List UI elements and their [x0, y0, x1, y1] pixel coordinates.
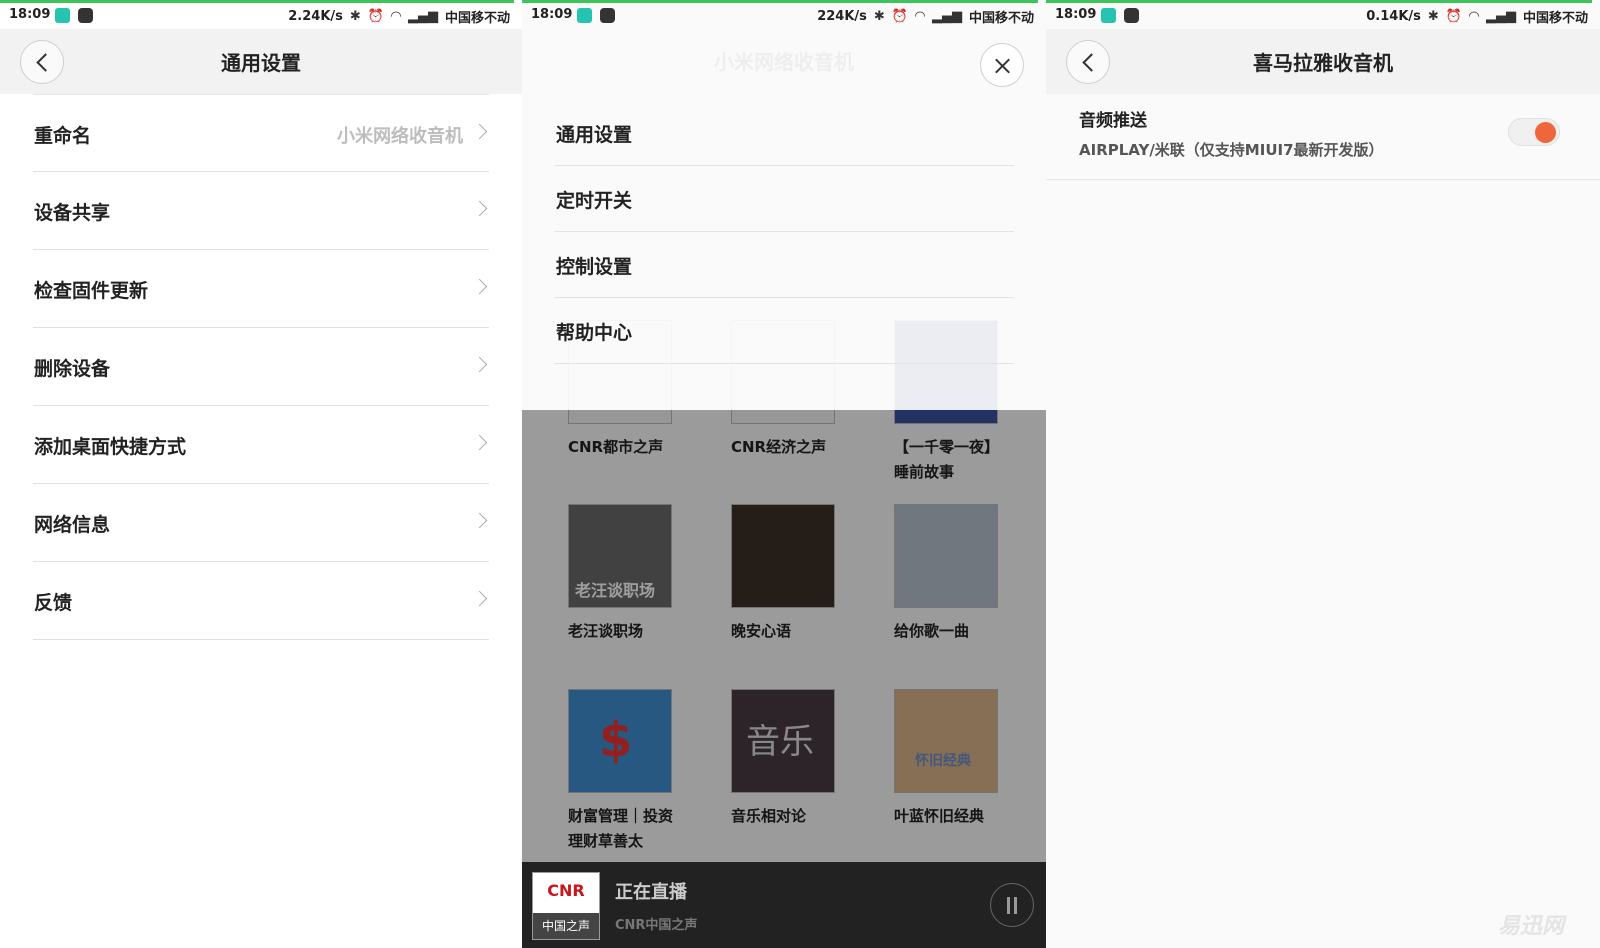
alarm-icon: ⏰	[891, 9, 908, 24]
carrier-name: 中国移不动	[968, 11, 1034, 26]
settings-row-network-info[interactable]: 网络信息	[33, 484, 489, 562]
watermark: 易迅网	[1497, 914, 1564, 939]
wifi-icon: ◠	[914, 9, 925, 24]
settings-row-add-shortcut[interactable]: 添加桌面快捷方式	[33, 406, 489, 484]
status-right: 224K/s ✱ ⏰ ◠ ▂▄▆ 中国移不动	[817, 7, 1034, 26]
title-bar: 喜马拉雅收音机	[1046, 29, 1600, 94]
row-value: 小米网络收音机	[337, 126, 463, 147]
chevron-right-icon	[471, 200, 488, 217]
setting-label: 音频推送	[1079, 111, 1147, 131]
station-logo-subtext: 中国之声	[533, 913, 599, 939]
menu-item-label: 定时开关	[556, 190, 633, 212]
app-notification-icon	[78, 8, 93, 23]
status-right: 0.14K/s ✱ ⏰ ◠ ▂▄▆ 中国移不动	[1366, 7, 1588, 26]
station-logo: CNR 中国之声	[532, 872, 600, 940]
app-notification-icon	[1101, 8, 1116, 23]
live-status: 正在直播	[615, 882, 687, 903]
page-title: 通用设置	[221, 51, 301, 75]
title-bar: 通用设置	[0, 29, 522, 94]
settings-row-device-share[interactable]: 设备共享	[33, 172, 489, 250]
row-label: 反馈	[34, 592, 73, 614]
status-time: 18:09	[531, 7, 573, 22]
bluetooth-icon: ✱	[1427, 9, 1439, 24]
signal-icon: ▂▄▆	[1485, 9, 1516, 24]
chevron-right-icon	[471, 123, 488, 140]
menu-item-help-center[interactable]: 帮助中心	[555, 298, 1014, 364]
row-label: 添加桌面快捷方式	[34, 436, 187, 458]
status-right: 2.24K/s ✱ ⏰ ◠ ▂▄▆ 中国移不动	[288, 7, 510, 26]
row-label: 重命名	[34, 125, 92, 147]
app-notification-icon	[577, 8, 592, 23]
row-label: 设备共享	[34, 202, 111, 224]
status-bar: 18:09 2.24K/s ✱ ⏰ ◠ ▂▄▆ 中国移不动	[0, 3, 522, 29]
dropdown-menu-sheet: 18:09 224K/s ✱ ⏰ ◠ ▂▄▆ 中国移不动 小米网络收音机 通用设…	[522, 0, 1046, 410]
signal-icon: ▂▄▆	[407, 9, 438, 24]
chevron-right-icon	[471, 278, 488, 295]
settings-row-firmware-update[interactable]: 检查固件更新	[33, 250, 489, 328]
carrier-name: 中国移不动	[1522, 11, 1588, 26]
menu-list: 通用设置 定时开关 控制设置 帮助中心	[555, 100, 1014, 364]
faded-page-title: 小米网络收音机	[714, 50, 854, 74]
menu-item-label: 控制设置	[556, 256, 633, 278]
settings-row-rename[interactable]: 重命名 小米网络收音机	[33, 94, 489, 172]
close-button[interactable]	[980, 43, 1024, 87]
audio-push-toggle[interactable]	[1508, 118, 1560, 146]
app-notification-icon	[600, 8, 615, 23]
menu-item-general-settings[interactable]: 通用设置	[555, 100, 1014, 166]
chevron-right-icon	[471, 512, 488, 529]
menu-item-label: 通用设置	[556, 124, 633, 146]
settings-list: 重命名 小米网络收音机 设备共享 检查固件更新 删除设备 添加桌面快捷方式 网络…	[0, 94, 522, 640]
pause-button[interactable]	[990, 883, 1034, 927]
toggle-knob	[1535, 122, 1556, 143]
status-time: 18:09	[9, 7, 51, 22]
general-settings-screen: 18:09 2.24K/s ✱ ⏰ ◠ ▂▄▆ 中国移不动 通用设置 重命名 小…	[0, 0, 522, 948]
chevron-right-icon	[471, 356, 488, 373]
ximalaya-radio-screen: 18:09 0.14K/s ✱ ⏰ ◠ ▂▄▆ 中国移不动 喜马拉雅收音机 音频…	[1046, 0, 1600, 948]
app-notification-icon	[1124, 8, 1139, 23]
network-speed: 0.14K/s	[1366, 9, 1421, 24]
wifi-icon: ◠	[390, 9, 401, 24]
app-notification-icon	[55, 8, 70, 23]
audio-push-setting: 音频推送 AIRPLAY/米联（仅支持MIUI7最新开发版）	[1046, 94, 1600, 180]
row-label: 检查固件更新	[34, 280, 149, 302]
now-playing-bar[interactable]: CNR 中国之声 正在直播 CNR中国之声	[522, 862, 1046, 948]
station-logo-text: CNR	[547, 881, 585, 900]
status-time: 18:09	[1055, 7, 1097, 22]
setting-description: AIRPLAY/米联（仅支持MIUI7最新开发版）	[1079, 141, 1384, 159]
radio-menu-screen: CNR都市之声 CNR经济之声 【一千零一夜】睡前故事 老汪谈职场 老汪谈职场 …	[522, 0, 1046, 948]
status-bar: 18:09 0.14K/s ✱ ⏰ ◠ ▂▄▆ 中国移不动	[1046, 3, 1600, 29]
signal-icon: ▂▄▆	[931, 9, 962, 24]
alarm-icon: ⏰	[1445, 9, 1462, 24]
station-name: CNR中国之声	[615, 918, 698, 933]
bluetooth-icon: ✱	[349, 9, 361, 24]
settings-row-feedback[interactable]: 反馈	[33, 562, 489, 640]
carrier-name: 中国移不动	[444, 11, 510, 26]
chevron-right-icon	[471, 434, 488, 451]
status-bar: 18:09 224K/s ✱ ⏰ ◠ ▂▄▆ 中国移不动	[522, 3, 1046, 29]
settings-row-delete-device[interactable]: 删除设备	[33, 328, 489, 406]
network-speed: 2.24K/s	[288, 9, 343, 24]
menu-item-label: 帮助中心	[556, 322, 633, 344]
wifi-icon: ◠	[1468, 9, 1479, 24]
menu-item-control-settings[interactable]: 控制设置	[555, 232, 1014, 298]
network-speed: 224K/s	[817, 9, 867, 24]
chevron-right-icon	[471, 590, 488, 607]
alarm-icon: ⏰	[367, 9, 384, 24]
bluetooth-icon: ✱	[873, 9, 885, 24]
page-title: 喜马拉雅收音机	[1253, 51, 1393, 75]
row-label: 网络信息	[34, 514, 111, 536]
row-label: 删除设备	[34, 358, 111, 380]
menu-item-timer[interactable]: 定时开关	[555, 166, 1014, 232]
